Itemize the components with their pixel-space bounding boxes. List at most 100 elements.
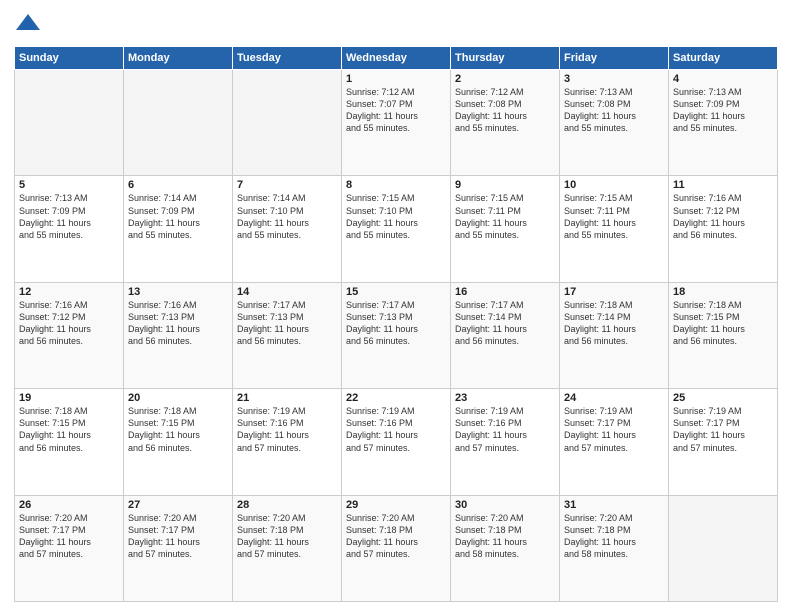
day-info: Sunrise: 7:16 AM Sunset: 7:12 PM Dayligh… [673,192,773,241]
header-cell-tuesday: Tuesday [233,47,342,70]
day-info: Sunrise: 7:17 AM Sunset: 7:14 PM Dayligh… [455,299,555,348]
calendar-header: SundayMondayTuesdayWednesdayThursdayFrid… [15,47,778,70]
day-number: 2 [455,73,555,85]
day-number: 5 [19,179,119,191]
day-cell: 29Sunrise: 7:20 AM Sunset: 7:18 PM Dayli… [342,495,451,601]
day-number: 11 [673,179,773,191]
day-cell: 11Sunrise: 7:16 AM Sunset: 7:12 PM Dayli… [669,176,778,282]
day-number: 31 [564,499,664,511]
day-info: Sunrise: 7:14 AM Sunset: 7:09 PM Dayligh… [128,192,228,241]
day-number: 29 [346,499,446,511]
day-info: Sunrise: 7:20 AM Sunset: 7:18 PM Dayligh… [237,512,337,561]
week-row-1: 5Sunrise: 7:13 AM Sunset: 7:09 PM Daylig… [15,176,778,282]
header-cell-thursday: Thursday [451,47,560,70]
day-number: 30 [455,499,555,511]
day-cell: 23Sunrise: 7:19 AM Sunset: 7:16 PM Dayli… [451,389,560,495]
day-number: 26 [19,499,119,511]
day-cell: 10Sunrise: 7:15 AM Sunset: 7:11 PM Dayli… [560,176,669,282]
day-info: Sunrise: 7:20 AM Sunset: 7:18 PM Dayligh… [455,512,555,561]
day-number: 21 [237,392,337,404]
day-number: 6 [128,179,228,191]
week-row-4: 26 Sunrise: 7:20 AM Sunset: 7:17 PM Dayli… [15,495,778,601]
day-cell: 30Sunrise: 7:20 AM Sunset: 7:18 PM Dayli… [451,495,560,601]
day-cell: 13Sunrise: 7:16 AM Sunset: 7:13 PM Dayli… [124,282,233,388]
week-row-2: 12Sunrise: 7:16 AM Sunset: 7:12 PM Dayli… [15,282,778,388]
day-info: Sunrise: 7:17 AM Sunset: 7:13 PM Dayligh… [237,299,337,348]
day-cell: 2Sunrise: 7:12 AM Sunset: 7:08 PM Daylig… [451,70,560,176]
day-info: Sunrise: 7:15 AM Sunset: 7:11 PM Dayligh… [455,192,555,241]
day-cell [233,70,342,176]
day-info: Sunrise: 7:17 AM Sunset: 7:13 PM Dayligh… [346,299,446,348]
day-info: Sunrise: 7:13 AM Sunset: 7:09 PM Dayligh… [673,86,773,135]
day-info: Sunrise: 7:16 AM Sunset: 7:13 PM Dayligh… [128,299,228,348]
logo [14,10,46,38]
day-info: Sunrise: 7:13 AM Sunset: 7:08 PM Dayligh… [564,86,664,135]
day-info: Sunrise: 7:20 AM Sunset: 7:18 PM Dayligh… [346,512,446,561]
day-number: 19 [19,392,119,404]
calendar-body: 1Sunrise: 7:12 AM Sunset: 7:07 PM Daylig… [15,70,778,602]
week-row-0: 1Sunrise: 7:12 AM Sunset: 7:07 PM Daylig… [15,70,778,176]
day-cell: 19Sunrise: 7:18 AM Sunset: 7:15 PM Dayli… [15,389,124,495]
day-number: 27 [128,499,228,511]
header-cell-sunday: Sunday [15,47,124,70]
day-cell [15,70,124,176]
week-row-3: 19Sunrise: 7:18 AM Sunset: 7:15 PM Dayli… [15,389,778,495]
day-info: Sunrise: 7:20 AM Sunset: 7:17 PM Dayligh… [128,512,228,561]
day-cell [124,70,233,176]
day-number: 1 [346,73,446,85]
day-number: 20 [128,392,228,404]
day-info: Sunrise: 7:20 AM Sunset: 7:18 PM Dayligh… [564,512,664,561]
day-cell: 22Sunrise: 7:19 AM Sunset: 7:16 PM Dayli… [342,389,451,495]
day-cell: 5Sunrise: 7:13 AM Sunset: 7:09 PM Daylig… [15,176,124,282]
header-cell-monday: Monday [124,47,233,70]
day-number: 24 [564,392,664,404]
header-cell-friday: Friday [560,47,669,70]
day-cell: 12Sunrise: 7:16 AM Sunset: 7:12 PM Dayli… [15,282,124,388]
day-number: 16 [455,286,555,298]
day-cell: 20Sunrise: 7:18 AM Sunset: 7:15 PM Dayli… [124,389,233,495]
day-cell: 8Sunrise: 7:15 AM Sunset: 7:10 PM Daylig… [342,176,451,282]
day-cell: 26Sunrise: 7:20 AM Sunset: 7:17 PM Dayli… [15,495,124,601]
day-number: 7 [237,179,337,191]
day-cell: 14Sunrise: 7:17 AM Sunset: 7:13 PM Dayli… [233,282,342,388]
day-number: 14 [237,286,337,298]
day-number: 12 [19,286,119,298]
day-info: Sunrise: 7:19 AM Sunset: 7:16 PM Dayligh… [237,405,337,454]
day-cell: 4Sunrise: 7:13 AM Sunset: 7:09 PM Daylig… [669,70,778,176]
day-cell: 9Sunrise: 7:15 AM Sunset: 7:11 PM Daylig… [451,176,560,282]
day-cell: 31Sunrise: 7:20 AM Sunset: 7:18 PM Dayli… [560,495,669,601]
day-number: 22 [346,392,446,404]
day-info: Sunrise: 7:18 AM Sunset: 7:15 PM Dayligh… [128,405,228,454]
day-cell: 6Sunrise: 7:14 AM Sunset: 7:09 PM Daylig… [124,176,233,282]
day-cell: 24Sunrise: 7:19 AM Sunset: 7:17 PM Dayli… [560,389,669,495]
day-info: Sunrise: 7:19 AM Sunset: 7:17 PM Dayligh… [564,405,664,454]
day-cell: 18Sunrise: 7:18 AM Sunset: 7:15 PM Dayli… [669,282,778,388]
day-info: Sunrise: 7:15 AM Sunset: 7:10 PM Dayligh… [346,192,446,241]
day-cell: 1Sunrise: 7:12 AM Sunset: 7:07 PM Daylig… [342,70,451,176]
day-cell: 16Sunrise: 7:17 AM Sunset: 7:14 PM Dayli… [451,282,560,388]
day-number: 8 [346,179,446,191]
day-cell: 21Sunrise: 7:19 AM Sunset: 7:16 PM Dayli… [233,389,342,495]
day-cell: 15Sunrise: 7:17 AM Sunset: 7:13 PM Dayli… [342,282,451,388]
day-info: Sunrise: 7:18 AM Sunset: 7:14 PM Dayligh… [564,299,664,348]
calendar-table: SundayMondayTuesdayWednesdayThursdayFrid… [14,46,778,602]
day-info: Sunrise: 7:12 AM Sunset: 7:07 PM Dayligh… [346,86,446,135]
day-info: Sunrise: 7:18 AM Sunset: 7:15 PM Dayligh… [19,405,119,454]
day-info: Sunrise: 7:19 AM Sunset: 7:16 PM Dayligh… [455,405,555,454]
day-info: Sunrise: 7:12 AM Sunset: 7:08 PM Dayligh… [455,86,555,135]
day-info: Sunrise: 7:15 AM Sunset: 7:11 PM Dayligh… [564,192,664,241]
day-number: 23 [455,392,555,404]
day-number: 9 [455,179,555,191]
day-info: Sunrise: 7:16 AM Sunset: 7:12 PM Dayligh… [19,299,119,348]
day-info: Sunrise: 7:18 AM Sunset: 7:15 PM Dayligh… [673,299,773,348]
day-number: 25 [673,392,773,404]
day-cell: 17Sunrise: 7:18 AM Sunset: 7:14 PM Dayli… [560,282,669,388]
day-number: 13 [128,286,228,298]
header [14,10,778,38]
day-number: 4 [673,73,773,85]
day-info: Sunrise: 7:19 AM Sunset: 7:16 PM Dayligh… [346,405,446,454]
header-cell-saturday: Saturday [669,47,778,70]
day-cell: 7Sunrise: 7:14 AM Sunset: 7:10 PM Daylig… [233,176,342,282]
day-number: 17 [564,286,664,298]
day-cell [669,495,778,601]
